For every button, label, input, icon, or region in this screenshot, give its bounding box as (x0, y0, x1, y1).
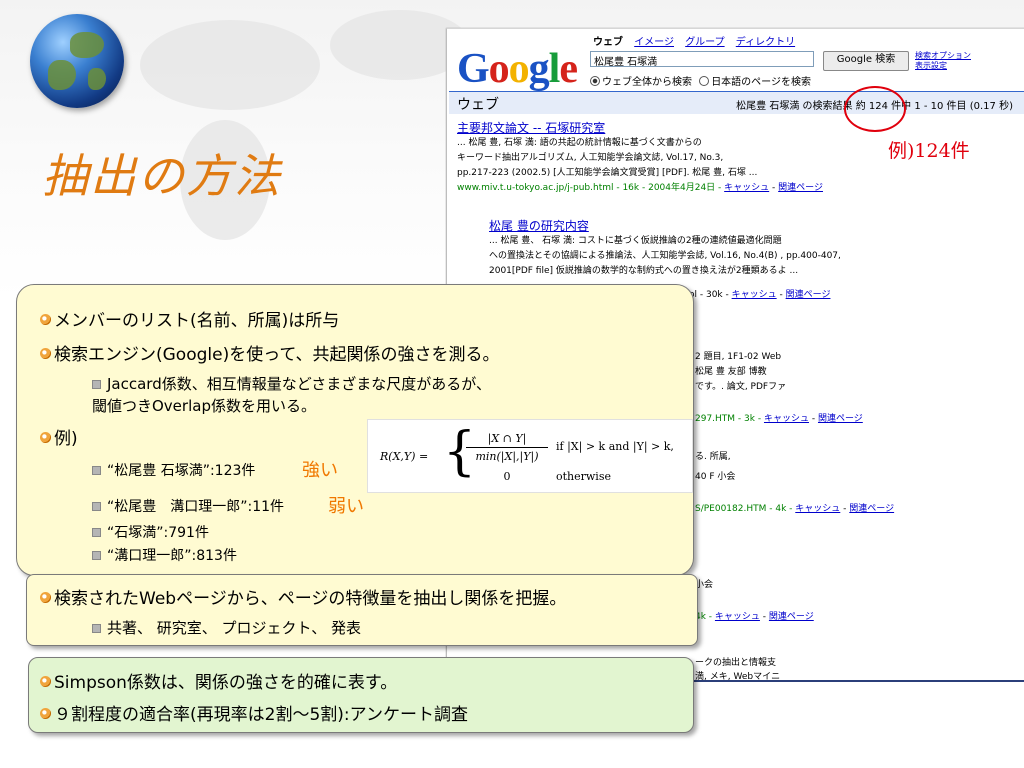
result-fragment: 4k - キャッシュ - 関連ページ (695, 612, 814, 622)
result-fragment: ークの抽出と情報支 (695, 658, 777, 668)
search-result-1: 主要邦文論文 -- 石塚研究室 ... 松尾 豊, 石塚 満: 語の共起の統計情… (457, 121, 823, 193)
bullet-icon (40, 708, 51, 719)
result-fragment: 40 F 小会 (695, 472, 736, 482)
result-title[interactable]: 松尾 豊の研究内容 (489, 219, 841, 234)
example-pair-2: “松尾豊 溝口理一郎”:11件 (92, 496, 284, 516)
result-fragment: 松尾 豊 友部 博教 (695, 367, 767, 377)
sub-bullet-overlap: 閾値つきOverlap係数を用いる。 (92, 397, 316, 415)
formula-condition-2: otherwise (556, 470, 611, 483)
square-bullet-icon (92, 624, 101, 633)
bullet-member-list: メンバーのリスト(名前、所属)は所与 (40, 306, 339, 331)
square-bullet-icon (92, 380, 101, 389)
search-input[interactable]: 松尾豊 石塚満 (590, 51, 814, 68)
bullet-precision: ９割程度の適合率(再現率は2割～5割):アンケート調査 (40, 700, 468, 725)
radio-all-web[interactable] (590, 76, 600, 86)
square-bullet-icon (92, 528, 101, 537)
results-bar: ウェブ 松尾豊 石塚満 の検索結果 約 124 件中 1 - 10 件目 (0.… (449, 91, 1024, 114)
radio-japanese-label: 日本語のページを検索 (711, 77, 811, 88)
formula-numerator: |X ∩ Y| (487, 432, 527, 445)
google-search-button[interactable]: Google 検索 (823, 51, 909, 71)
example-pair-1: “松尾豊 石塚満”:123件 (92, 460, 255, 480)
result-title[interactable]: 主要邦文論文 -- 石塚研究室 (457, 121, 823, 136)
tab-groups[interactable]: グループ (685, 37, 724, 48)
bullet-example: 例) (40, 424, 78, 449)
formula-condition-1: if |X| > k and |Y| > k, (556, 440, 674, 453)
overlap-formula: R(X,Y) = { |X ∩ Y| min(|X|,|Y|) if |X| >… (367, 419, 693, 493)
tab-directory[interactable]: ディレクトリ (736, 37, 795, 48)
result-snippet: ... 松尾 豊, 石塚 満: 語の共起の統計情報に基づく文書からの (457, 138, 702, 148)
advanced-search-link[interactable]: 検索オプション (915, 51, 971, 61)
result-fragment: 2 題目, 1F1-02 Web (695, 352, 782, 362)
search-result-2: 松尾 豊の研究内容 ... 松尾 豊、 石塚 満: コストに基づく仮説推論の2種… (489, 219, 841, 279)
radio-all-label: ウェブ全体から検索 (602, 77, 692, 88)
formula-lhs: R(X,Y) = (380, 450, 429, 463)
result-snippet: ... 松尾 豊、 石塚 満: コストに基づく仮説推論の2種の連続値最適化問題 (489, 236, 782, 246)
result-fragment: ol - 30k - キャッシュ - 関連ページ (689, 290, 831, 300)
results-bar-label: ウェブ (457, 97, 499, 113)
sub-bullet-features: 共著、 研究室、 プロジェクト、 発表 (92, 617, 361, 638)
bullet-simpson: Simpson係数は、関係の強さを的確に表す。 (40, 668, 397, 693)
formula-denominator: min(|X|,|Y|) (475, 450, 539, 463)
advanced-links: 検索オプション 表示設定 (915, 51, 971, 71)
result-snippet: 2001[PDF file] 仮説推論の数学的な制約式への置き換え法が2種類ある… (489, 266, 799, 276)
tab-web[interactable]: ウェブ (593, 37, 623, 48)
result-fragment: です。. 論文, PDFファ (695, 382, 787, 392)
bullet-icon (40, 676, 51, 687)
result-snippet: への置換法とその協調による推論法、人工知能学会誌, Vol.16, No.4(B… (489, 251, 841, 261)
result-fragment: る. 所属, (695, 452, 731, 462)
google-logo: Google (457, 46, 578, 92)
globe-logo (30, 14, 124, 108)
radio-japanese[interactable] (699, 76, 710, 86)
result-fragment: 297.HTM - 3k - キャッシュ - 関連ページ (695, 414, 863, 424)
result-snippet: キーワード抽出アルゴリズム, 人工知能学会論文誌, Vol.17, No.3, (457, 153, 724, 163)
result-url: www.miv.t.u-tokyo.ac.jp/j-pub.html - 16k… (457, 183, 722, 193)
result-fragment: S/PE00182.HTM - 4k - キャッシュ - 関連ページ (695, 504, 895, 514)
example-count-1: “石塚満”:791件 (92, 522, 209, 542)
bullet-search-engine: 検索エンジン(Google)を使って、共起関係の強さを測る。 (40, 340, 500, 365)
bullet-icon (40, 314, 51, 325)
weak-tag: 弱い (328, 496, 364, 517)
sub-bullet-measures: Jaccard係数、相互情報量などさまざまな尺度があるが、 (92, 373, 491, 394)
bullet-icon (40, 348, 51, 359)
bullet-icon (40, 432, 51, 443)
slide-title: 抽出の方法 (42, 149, 282, 203)
bullet-icon (40, 592, 51, 603)
related-link[interactable]: 関連ページ (778, 183, 823, 193)
square-bullet-icon (92, 502, 101, 511)
square-bullet-icon (92, 466, 101, 475)
formula-zero: 0 (503, 470, 511, 483)
cache-link[interactable]: キャッシュ (724, 183, 769, 193)
bullet-feature-extraction: 検索されたWebページから、ページの特徴量を抽出し関係を把握。 (40, 584, 566, 609)
search-scope-radios: ウェブ全体から検索 日本語のページを検索 (590, 73, 811, 88)
example-annotation: 例)124件 (888, 140, 970, 162)
highlight-circle (844, 86, 906, 132)
search-tabs: ウェブ イメージ グループ ディレクトリ (593, 33, 803, 48)
strong-tag: 強い (302, 460, 338, 481)
preferences-link[interactable]: 表示設定 (915, 61, 971, 71)
result-snippet: pp.217-223 (2002.5) [人工知能学会論文賞受賞] [PDF].… (457, 168, 758, 178)
tab-images[interactable]: イメージ (634, 37, 674, 48)
square-bullet-icon (92, 551, 101, 560)
fraction-bar (466, 447, 548, 448)
example-count-2: “溝口理一郎”:813件 (92, 545, 237, 565)
